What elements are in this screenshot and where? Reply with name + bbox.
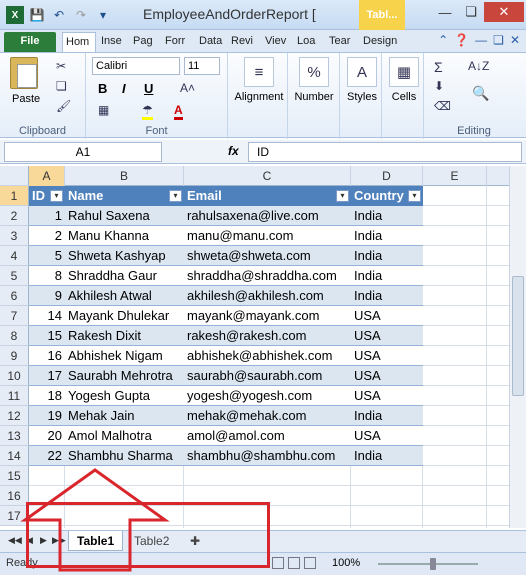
annotation-arrow-icon <box>20 468 170 572</box>
